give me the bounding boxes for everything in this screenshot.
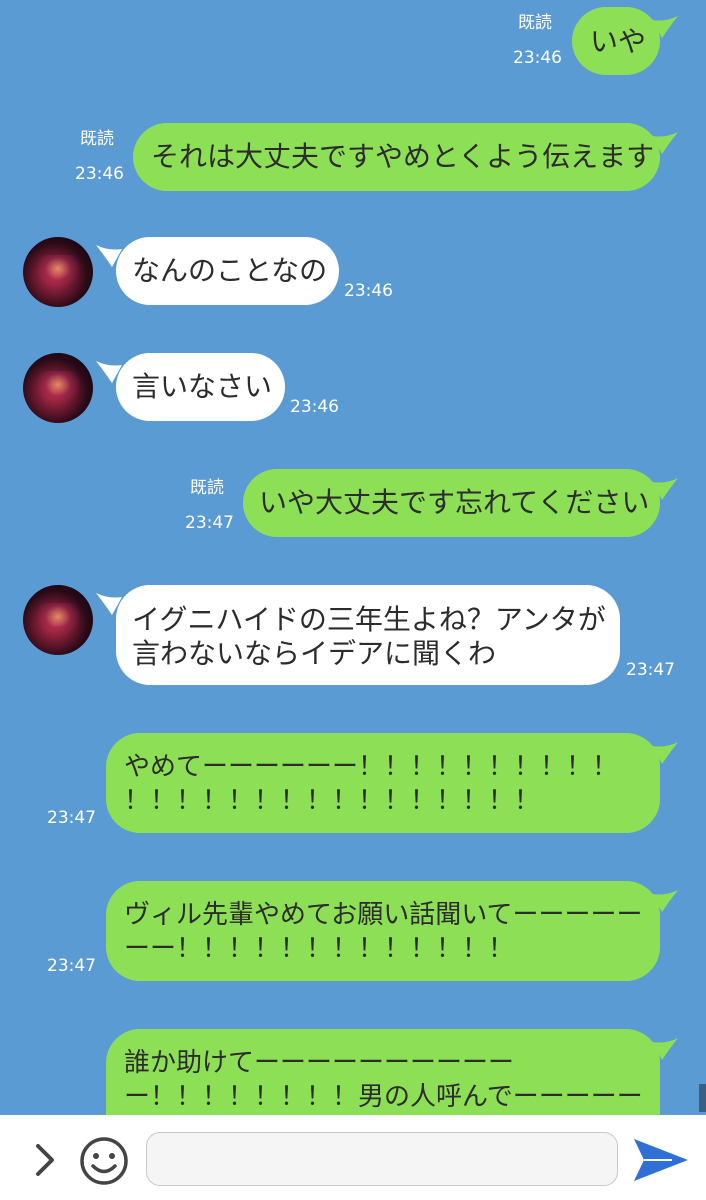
message-text: いや: [590, 25, 647, 58]
message-text-line: ヴィル先輩やめてお願い話聞いてーーーーー: [124, 900, 643, 930]
outgoing-message-bubble[interactable]: いや大丈夫です忘れてください: [243, 469, 660, 537]
message-text-line: ーー！！！！！！！！！！！！！: [124, 934, 515, 964]
outgoing-message-bubble[interactable]: やめてーーーーーー！！！！！！！！！！ ！！！！！！！！！！！！！！！！: [106, 733, 660, 833]
message-input[interactable]: [146, 1132, 618, 1186]
message-text: 言いなさい: [132, 370, 273, 403]
message-time: 23:46: [290, 397, 339, 417]
bubble-tail: [652, 16, 678, 38]
contact-avatar[interactable]: [23, 353, 93, 423]
message-text: なんのことなの: [132, 254, 328, 287]
message-time: 23:47: [47, 956, 96, 976]
chat-area[interactable]: 既読 23:46 いや 既読 23:46 それは大丈夫ですやめとくよう伝えます …: [0, 0, 706, 1115]
chevron-right-icon[interactable]: [30, 1140, 60, 1180]
message-text-line: やめてーーーーーー！！！！！！！！！！: [124, 752, 619, 782]
read-receipt: 既読: [190, 478, 224, 498]
bubble-tail: [652, 478, 678, 500]
contact-avatar[interactable]: [23, 585, 93, 655]
message-time: 23:47: [185, 513, 234, 533]
message-time: 23:46: [75, 164, 124, 184]
message-text-line: ー！！！！！！！！男の人呼んでーーーーー: [124, 1082, 643, 1112]
message-text-line: イグニハイドの三年生よね？アンタが: [132, 603, 606, 636]
message-time: 23:47: [626, 660, 675, 680]
message-text-line: 誰か助けてーーーーーーーーーー: [124, 1048, 515, 1078]
message-time: 23:47: [47, 808, 96, 828]
outgoing-message-bubble[interactable]: ヴィル先輩やめてお願い話聞いてーーーーー ーー！！！！！！！！！！！！！: [106, 881, 660, 981]
message-text: いや大丈夫です忘れてください: [259, 486, 650, 519]
message-text-line: ！！！！！！！！！！！！！！！！: [124, 786, 541, 816]
message-text-line: 言わないならイデアに聞くわ: [132, 637, 497, 670]
contact-avatar[interactable]: [23, 237, 93, 307]
message-time: 23:46: [344, 281, 393, 301]
bubble-tail: [652, 742, 678, 764]
outgoing-message-bubble[interactable]: それは大丈夫ですやめとくよう伝えます: [133, 123, 660, 191]
incoming-message-bubble[interactable]: イグニハイドの三年生よね？アンタが 言わないならイデアに聞くわ: [116, 585, 620, 685]
smiley-icon[interactable]: [78, 1135, 130, 1187]
read-receipt: 既読: [80, 129, 114, 149]
outgoing-message-bubble[interactable]: 誰か助けてーーーーーーーーーー ー！！！！！！！！男の人呼んでーーーーー: [106, 1029, 660, 1115]
send-arrow-icon[interactable]: [632, 1137, 690, 1183]
message-text: それは大丈夫ですやめとくよう伝えます: [151, 140, 655, 173]
bubble-tail: [652, 1038, 678, 1060]
bubble-tail: [652, 132, 678, 154]
scrollbar-thumb[interactable]: [699, 1084, 706, 1112]
bubble-tail: [652, 890, 678, 912]
incoming-message-bubble[interactable]: 言いなさい: [116, 353, 285, 421]
incoming-message-bubble[interactable]: なんのことなの: [116, 237, 339, 305]
outgoing-message-bubble[interactable]: いや: [572, 7, 660, 75]
message-input-bar: [0, 1115, 706, 1200]
message-time: 23:46: [513, 48, 562, 68]
read-receipt: 既読: [518, 13, 552, 33]
